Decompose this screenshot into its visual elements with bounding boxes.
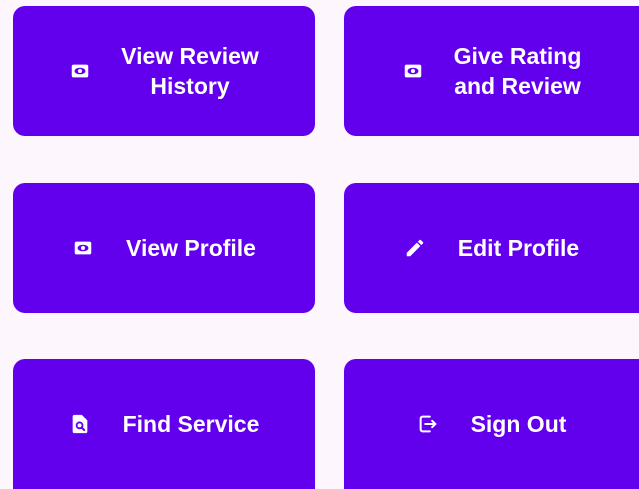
give-rating-and-review-button[interactable]: Give Rating and Review (344, 6, 639, 136)
sign-out-button[interactable]: Sign Out (344, 359, 639, 489)
eye-card-icon (72, 237, 94, 259)
tile-content: View Review History (69, 41, 259, 101)
view-review-history-button[interactable]: View Review History (13, 6, 315, 136)
tile-content: Sign Out (417, 409, 567, 439)
tile-content: View Profile (72, 233, 256, 263)
tile-content: Give Rating and Review (402, 41, 582, 101)
view-profile-label: View Profile (126, 235, 256, 261)
menu-grid: View Review History Give Rating and Revi… (0, 0, 639, 489)
eye-card-icon (402, 60, 424, 82)
pencil-icon (404, 237, 426, 259)
exit-icon (417, 413, 439, 435)
view-review-history-label: View Review History (121, 43, 259, 99)
edit-profile-label: Edit Profile (457, 235, 580, 261)
view-profile-button[interactable]: View Profile (13, 183, 315, 313)
file-search-icon (69, 413, 91, 435)
tile-content: Edit Profile (404, 233, 579, 263)
find-service-label: Find Service (122, 411, 260, 437)
give-rating-and-review-label: Give Rating and Review (453, 43, 582, 99)
find-service-button[interactable]: Find Service (13, 359, 315, 489)
sign-out-label: Sign Out (470, 411, 567, 437)
tile-content: Find Service (69, 409, 260, 439)
eye-card-icon (69, 60, 91, 82)
edit-profile-button[interactable]: Edit Profile (344, 183, 639, 313)
